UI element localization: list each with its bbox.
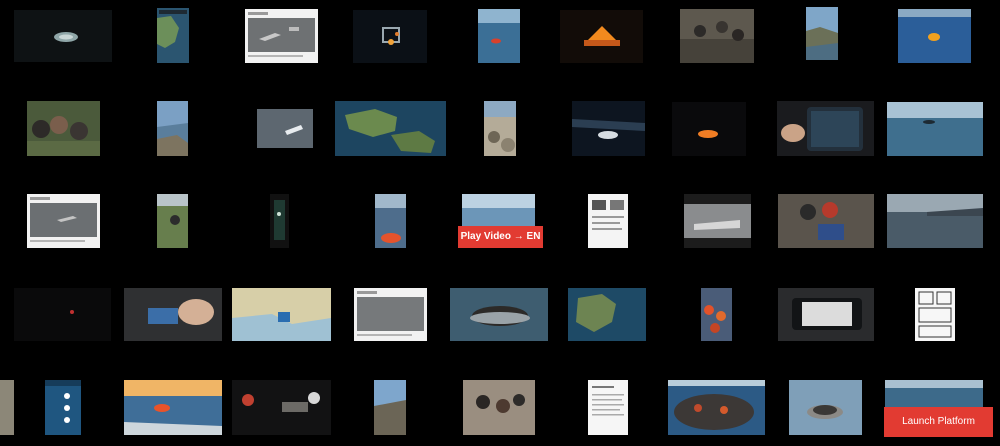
thumb-red-liferaft[interactable] — [375, 194, 406, 248]
thumb-crowd-life-vests[interactable] — [701, 288, 732, 341]
thumb-night-orange-liferaft[interactable] — [560, 10, 643, 63]
thumb-sar-document-2[interactable] — [27, 194, 100, 248]
thumb-island-map[interactable] — [335, 101, 446, 156]
thumb-dark-sea-boat[interactable] — [257, 109, 313, 148]
thumb-night-rescuers[interactable] — [232, 380, 331, 435]
thumb-people-on-boat[interactable] — [463, 380, 535, 435]
thumb-sea-red-boat[interactable] — [478, 9, 520, 63]
thumb-sea-bottom-right[interactable] — [885, 380, 983, 407]
thumb-sea-yellow-raft[interactable] — [898, 9, 971, 63]
thumb-shore-rocks[interactable] — [484, 101, 516, 156]
thumb-dinghy-sea[interactable] — [789, 380, 862, 435]
thumb-coastline[interactable] — [806, 7, 838, 60]
thumb-hand-phone[interactable] — [777, 101, 874, 156]
thumb-cliff-coast[interactable] — [374, 380, 406, 435]
thumb-app-map-screen[interactable] — [45, 380, 81, 435]
thumb-rocky-shore[interactable] — [157, 101, 188, 156]
thumb-grey-sea[interactable] — [887, 194, 983, 248]
thumb-sunset-raft[interactable] — [124, 380, 222, 435]
launch-platform-button[interactable]: Launch Platform — [884, 407, 993, 437]
thumb-boat-at-night[interactable] — [572, 101, 645, 156]
thumb-phone-screen[interactable] — [778, 288, 874, 341]
thumb-calm-sea-boat[interactable] — [887, 102, 983, 156]
thumb-overcrowded-boat[interactable] — [450, 288, 548, 341]
thumb-nautical-chart[interactable] — [232, 288, 331, 341]
thumb-island-satellite[interactable] — [568, 288, 646, 341]
thumb-orange-dinghy-night[interactable] — [672, 102, 746, 156]
thumb-map-phone[interactable] — [157, 8, 189, 63]
thumb-rocks-partial[interactable] — [0, 380, 14, 435]
thumb-hillside-people[interactable] — [157, 194, 188, 248]
thumb-comic-page[interactable] — [915, 288, 955, 341]
thumb-rescue-gear[interactable] — [778, 194, 874, 248]
play-video-button[interactable]: Play Video → EN — [458, 226, 543, 248]
thumb-report-page[interactable] — [588, 194, 628, 248]
thumb-sea-horizon[interactable] — [462, 194, 535, 227]
thumb-thermal-footage[interactable] — [684, 194, 751, 248]
thumb-sar-document[interactable] — [245, 9, 318, 63]
thumb-sar-document-3[interactable] — [354, 288, 427, 341]
thumb-night-raft[interactable] — [14, 10, 112, 62]
media-thumbnail-wall — [0, 0, 1000, 446]
thumb-aerial-night-boat[interactable] — [353, 10, 427, 63]
thumb-hand-tablet[interactable] — [124, 288, 222, 341]
thumb-night-phone-video[interactable] — [270, 194, 289, 248]
thumb-people-rocks[interactable] — [680, 9, 754, 63]
thumb-text-document[interactable] — [588, 380, 628, 435]
thumb-dark-red-light[interactable] — [14, 288, 111, 341]
thumb-crowded-dinghy[interactable] — [668, 380, 765, 435]
thumb-group-people[interactable] — [27, 101, 100, 156]
